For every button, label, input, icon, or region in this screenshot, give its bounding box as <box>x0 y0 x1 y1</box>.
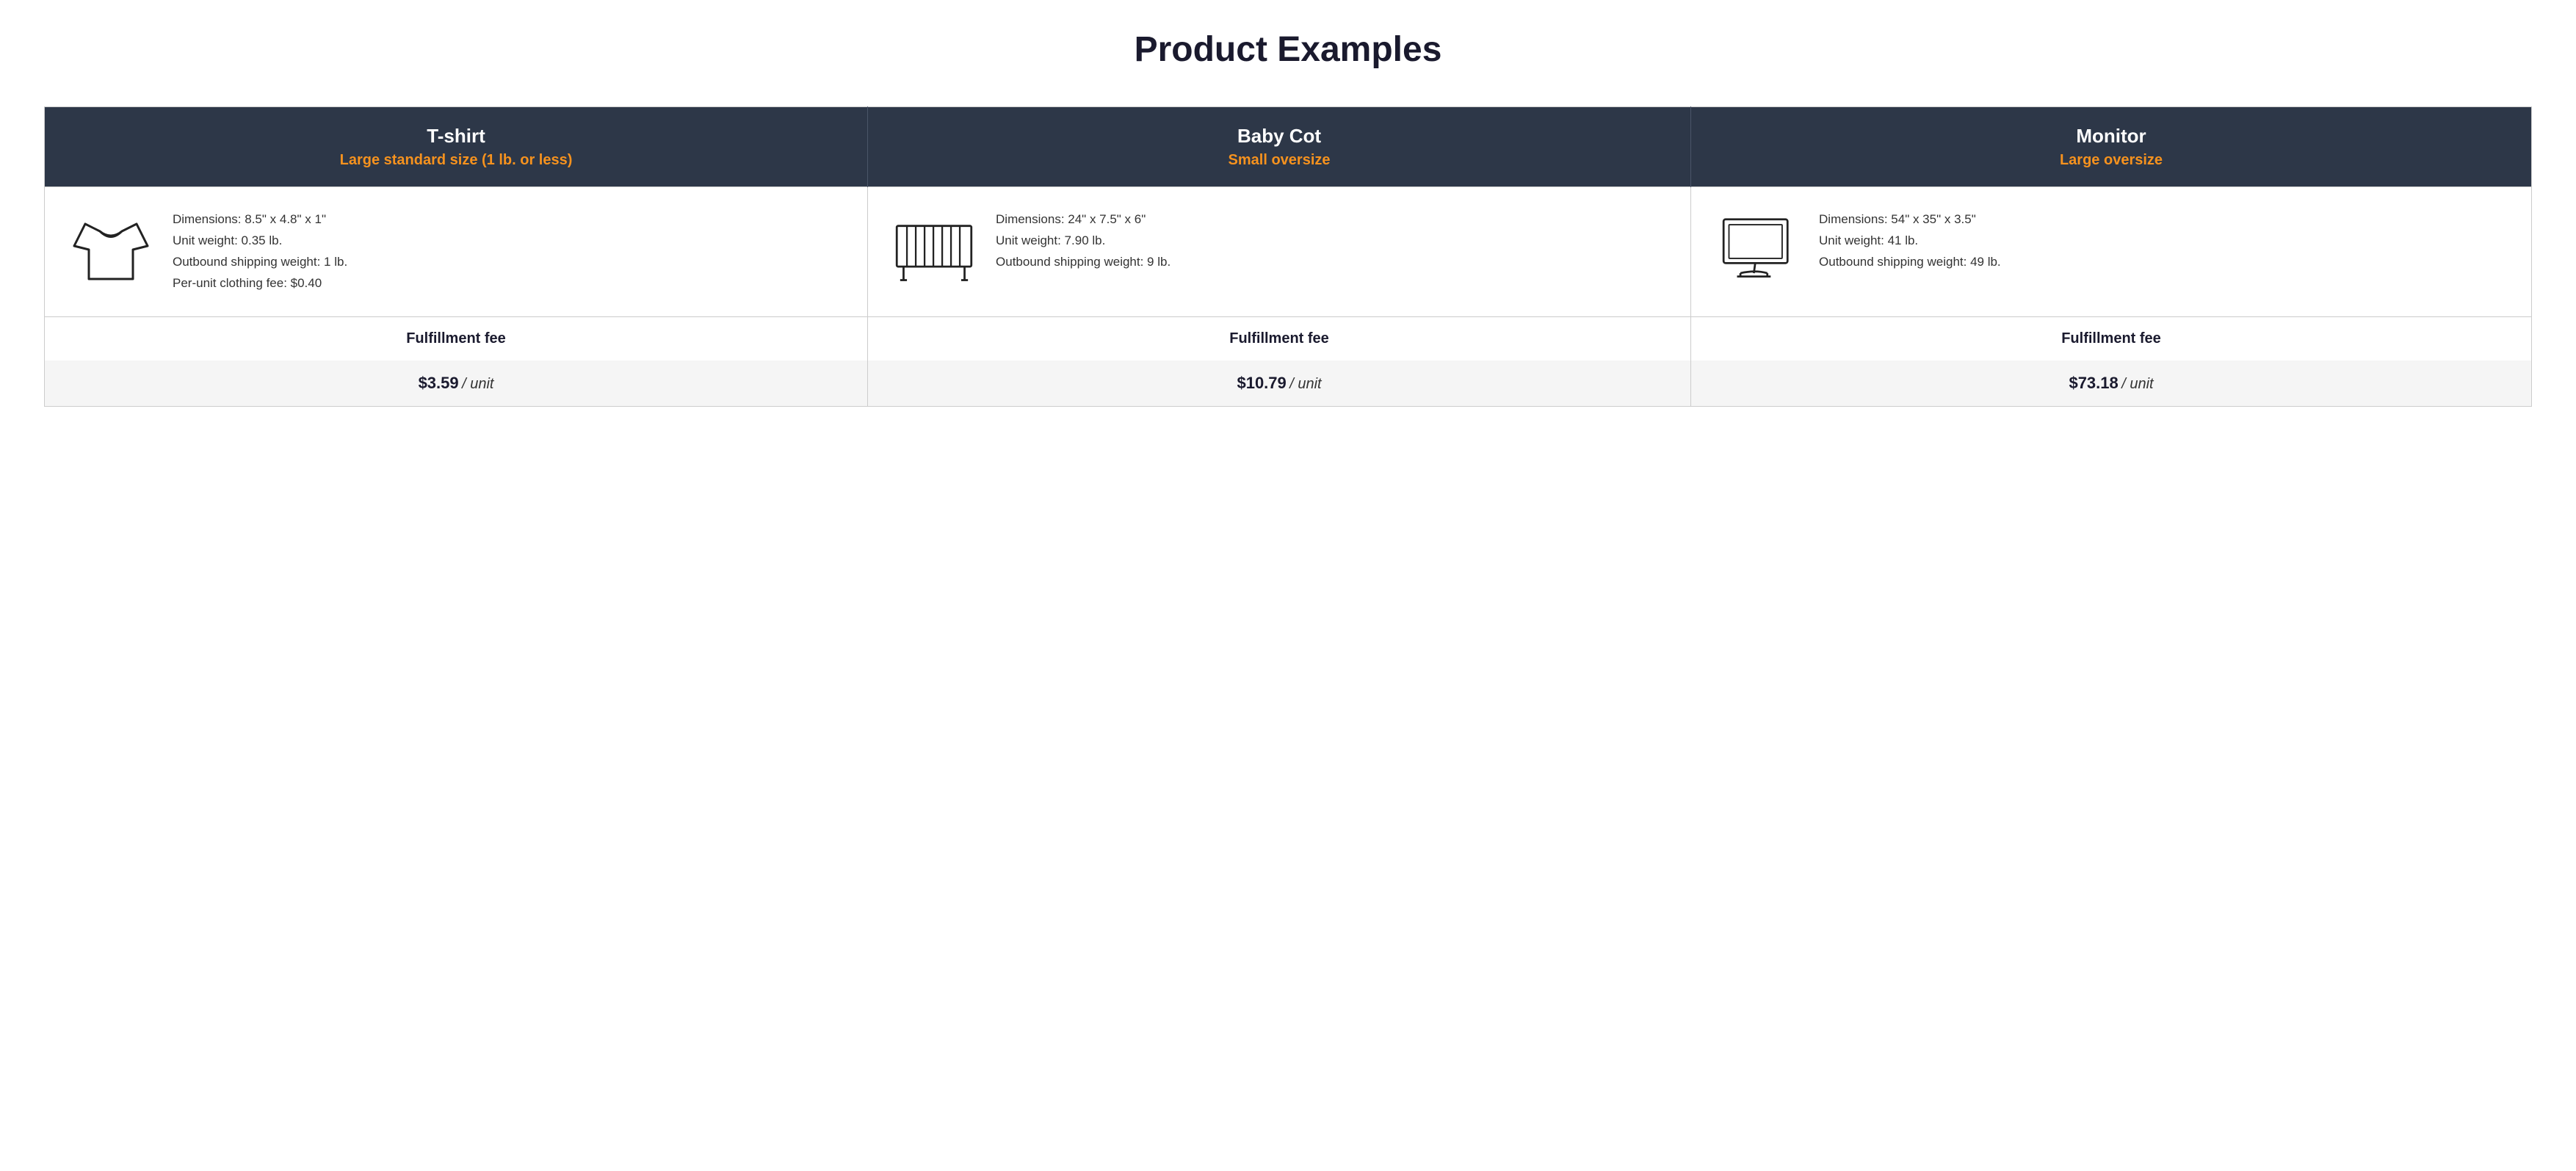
product-table: T-shirt Large standard size (1 lb. or le… <box>44 106 2532 407</box>
tshirt-size: Large standard size (1 lb. or less) <box>67 152 845 169</box>
tshirt-icon <box>70 209 151 290</box>
monitor-dimensions: Dimensions: 54" x 35" x 3.5" <box>1819 212 1976 226</box>
tshirt-price-cell: $3.59 / unit <box>45 360 868 407</box>
babycot-icon-container <box>890 209 978 290</box>
monitor-price-unit: / unit <box>2121 376 2153 392</box>
monitor-fulfillment-label: Fulfillment fee <box>1691 316 2532 360</box>
tshirt-price: $3.59 <box>419 374 459 392</box>
details-row: Dimensions: 8.5" x 4.8" x 1" Unit weight… <box>45 187 2532 317</box>
monitor-outbound-weight: Outbound shipping weight: 49 lb. <box>1819 255 2001 269</box>
tshirt-extra-fee: Per-unit clothing fee: $0.40 <box>173 276 322 290</box>
tshirt-unit-weight: Unit weight: 0.35 lb. <box>173 233 282 247</box>
monitor-price: $73.18 <box>2069 374 2118 392</box>
monitor-info: Dimensions: 54" x 35" x 3.5" Unit weight… <box>1819 209 2001 273</box>
babycot-dimensions: Dimensions: 24" x 7.5" x 6" <box>996 212 1146 226</box>
babycot-price-cell: $10.79 / unit <box>868 360 1691 407</box>
tshirt-name: T-shirt <box>67 125 845 148</box>
monitor-price-cell: $73.18 / unit <box>1691 360 2532 407</box>
monitor-icon-container <box>1713 209 1801 290</box>
monitor-details-inner: Dimensions: 54" x 35" x 3.5" Unit weight… <box>1713 209 2509 290</box>
babycot-icon <box>890 209 978 290</box>
header-row: T-shirt Large standard size (1 lb. or le… <box>45 107 2532 187</box>
tshirt-icon-container <box>67 209 155 290</box>
babycot-unit-weight: Unit weight: 7.90 lb. <box>996 233 1105 247</box>
monitor-details-cell: Dimensions: 54" x 35" x 3.5" Unit weight… <box>1691 187 2532 317</box>
price-row: $3.59 / unit $10.79 / unit $73.18 / unit <box>45 360 2532 407</box>
page-title: Product Examples <box>44 29 2532 70</box>
tshirt-dimensions: Dimensions: 8.5" x 4.8" x 1" <box>173 212 326 226</box>
monitor-unit-weight: Unit weight: 41 lb. <box>1819 233 1918 247</box>
tshirt-details-cell: Dimensions: 8.5" x 4.8" x 1" Unit weight… <box>45 187 868 317</box>
header-tshirt: T-shirt Large standard size (1 lb. or le… <box>45 107 868 187</box>
babycot-outbound-weight: Outbound shipping weight: 9 lb. <box>996 255 1171 269</box>
babycot-size: Small oversize <box>890 152 1668 169</box>
fulfillment-label-row: Fulfillment fee Fulfillment fee Fulfillm… <box>45 316 2532 360</box>
header-monitor: Monitor Large oversize <box>1691 107 2532 187</box>
babycot-details-inner: Dimensions: 24" x 7.5" x 6" Unit weight:… <box>890 209 1668 290</box>
babycot-details-cell: Dimensions: 24" x 7.5" x 6" Unit weight:… <box>868 187 1691 317</box>
tshirt-outbound-weight: Outbound shipping weight: 1 lb. <box>173 255 347 269</box>
babycot-price: $10.79 <box>1237 374 1286 392</box>
tshirt-fulfillment-label: Fulfillment fee <box>45 316 868 360</box>
monitor-name: Monitor <box>1713 125 2509 148</box>
babycot-fulfillment-label: Fulfillment fee <box>868 316 1691 360</box>
header-babycot: Baby Cot Small oversize <box>868 107 1691 187</box>
tshirt-price-unit: / unit <box>462 376 493 392</box>
monitor-icon <box>1717 209 1798 290</box>
monitor-size: Large oversize <box>1713 152 2509 169</box>
tshirt-info: Dimensions: 8.5" x 4.8" x 1" Unit weight… <box>173 209 347 294</box>
babycot-name: Baby Cot <box>890 125 1668 148</box>
tshirt-details-inner: Dimensions: 8.5" x 4.8" x 1" Unit weight… <box>67 209 845 294</box>
babycot-info: Dimensions: 24" x 7.5" x 6" Unit weight:… <box>996 209 1171 273</box>
babycot-price-unit: / unit <box>1289 376 1321 392</box>
